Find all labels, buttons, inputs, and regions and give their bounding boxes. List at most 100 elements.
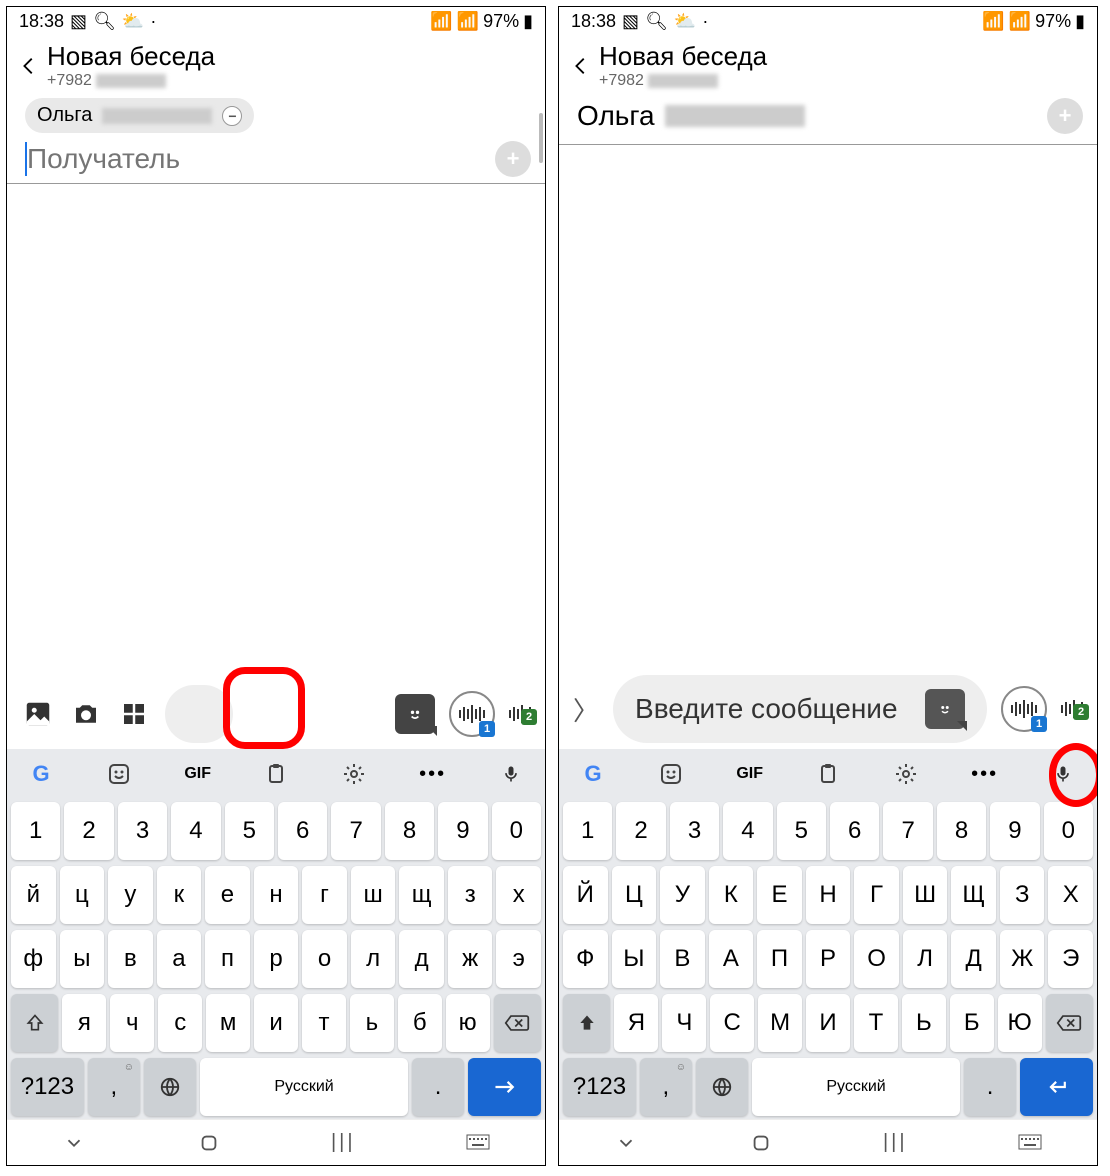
key-Ш[interactable]: Ш bbox=[903, 866, 948, 924]
key-7[interactable]: 7 bbox=[331, 802, 380, 860]
key-О[interactable]: О bbox=[854, 930, 899, 988]
key-4[interactable]: 4 bbox=[171, 802, 220, 860]
key-И[interactable]: И bbox=[806, 994, 850, 1052]
apps-button[interactable] bbox=[117, 697, 151, 731]
nav-home[interactable] bbox=[741, 1132, 781, 1154]
key-Е[interactable]: Е bbox=[757, 866, 802, 924]
key-7[interactable]: 7 bbox=[883, 802, 932, 860]
period-key[interactable]: . bbox=[412, 1058, 464, 1116]
comma-key[interactable]: ,☺ bbox=[88, 1058, 140, 1116]
key-Б[interactable]: Б bbox=[950, 994, 994, 1052]
key-В[interactable]: В bbox=[660, 930, 705, 988]
recipient-input[interactable] bbox=[27, 139, 495, 179]
key-д[interactable]: д bbox=[399, 930, 444, 988]
key-н[interactable]: н bbox=[254, 866, 299, 924]
key-п[interactable]: п bbox=[205, 930, 250, 988]
add-recipient-button[interactable]: + bbox=[495, 141, 531, 177]
remove-chip-button[interactable]: − bbox=[222, 106, 242, 126]
key-Ц[interactable]: Ц bbox=[612, 866, 657, 924]
nav-recent[interactable]: ||| bbox=[323, 1131, 363, 1154]
key-Г[interactable]: Г bbox=[854, 866, 899, 924]
expand-button[interactable]: 〉 bbox=[573, 691, 599, 728]
back-button[interactable] bbox=[563, 55, 599, 77]
key-и[interactable]: и bbox=[254, 994, 298, 1052]
key-щ[interactable]: щ bbox=[399, 866, 444, 924]
voice-message-button-1[interactable]: 1 bbox=[449, 691, 495, 737]
clipboard-icon[interactable] bbox=[806, 762, 850, 786]
key-8[interactable]: 8 bbox=[385, 802, 434, 860]
sticker-icon[interactable] bbox=[97, 762, 141, 786]
backspace-key[interactable] bbox=[1046, 994, 1093, 1052]
key-ж[interactable]: ж bbox=[448, 930, 493, 988]
key-ч[interactable]: ч bbox=[110, 994, 154, 1052]
key-в[interactable]: в bbox=[108, 930, 153, 988]
key-4[interactable]: 4 bbox=[723, 802, 772, 860]
key-К[interactable]: К bbox=[709, 866, 754, 924]
key-Л[interactable]: Л bbox=[903, 930, 948, 988]
key-0[interactable]: 0 bbox=[492, 802, 541, 860]
enter-key[interactable] bbox=[468, 1058, 541, 1116]
key-1[interactable]: 1 bbox=[11, 802, 60, 860]
key-й[interactable]: й bbox=[11, 866, 56, 924]
google-icon[interactable]: G bbox=[571, 761, 615, 787]
key-У[interactable]: У bbox=[660, 866, 705, 924]
key-С[interactable]: С bbox=[710, 994, 754, 1052]
key-М[interactable]: М bbox=[758, 994, 802, 1052]
key-Р[interactable]: Р bbox=[806, 930, 851, 988]
key-9[interactable]: 9 bbox=[438, 802, 487, 860]
key-2[interactable]: 2 bbox=[64, 802, 113, 860]
voice-message-button-2[interactable]: 2 bbox=[1061, 700, 1087, 718]
key-Ж[interactable]: Ж bbox=[1000, 930, 1045, 988]
key-ш[interactable]: ш bbox=[351, 866, 396, 924]
key-з[interactable]: з bbox=[448, 866, 493, 924]
key-П[interactable]: П bbox=[757, 930, 802, 988]
key-Ч[interactable]: Ч bbox=[662, 994, 706, 1052]
sticker-button[interactable] bbox=[925, 689, 965, 729]
key-ц[interactable]: ц bbox=[60, 866, 105, 924]
key-9[interactable]: 9 bbox=[990, 802, 1039, 860]
key-Э[interactable]: Э bbox=[1048, 930, 1093, 988]
period-key[interactable]: . bbox=[964, 1058, 1016, 1116]
key-Д[interactable]: Д bbox=[951, 930, 996, 988]
symbols-key[interactable]: ?123 bbox=[11, 1058, 84, 1116]
nav-hide-keyboard[interactable] bbox=[606, 1132, 646, 1154]
key-5[interactable]: 5 bbox=[225, 802, 274, 860]
shift-key[interactable] bbox=[563, 994, 610, 1052]
enter-key[interactable] bbox=[1020, 1058, 1093, 1116]
key-к[interactable]: к bbox=[157, 866, 202, 924]
more-icon[interactable]: ••• bbox=[963, 763, 1007, 786]
key-0[interactable]: 0 bbox=[1044, 802, 1093, 860]
key-э[interactable]: э bbox=[496, 930, 541, 988]
message-input[interactable]: Введите сообщение bbox=[613, 675, 987, 743]
shift-key[interactable] bbox=[11, 994, 58, 1052]
nav-home[interactable] bbox=[189, 1132, 229, 1154]
key-х[interactable]: х bbox=[496, 866, 541, 924]
key-Н[interactable]: Н bbox=[806, 866, 851, 924]
key-у[interactable]: у bbox=[108, 866, 153, 924]
voice-message-button-2[interactable]: 2 bbox=[509, 705, 535, 723]
key-Ы[interactable]: Ы bbox=[612, 930, 657, 988]
language-key[interactable] bbox=[696, 1058, 748, 1116]
key-6[interactable]: 6 bbox=[830, 802, 879, 860]
key-Ю[interactable]: Ю bbox=[998, 994, 1042, 1052]
key-Ь[interactable]: Ь bbox=[902, 994, 946, 1052]
key-л[interactable]: л bbox=[351, 930, 396, 988]
key-ь[interactable]: ь bbox=[350, 994, 394, 1052]
key-б[interactable]: б bbox=[398, 994, 442, 1052]
key-Щ[interactable]: Щ bbox=[951, 866, 996, 924]
sticker-button[interactable] bbox=[395, 694, 435, 734]
key-6[interactable]: 6 bbox=[278, 802, 327, 860]
camera-button[interactable] bbox=[69, 697, 103, 731]
mic-icon[interactable] bbox=[489, 764, 533, 784]
key-3[interactable]: 3 bbox=[118, 802, 167, 860]
clipboard-icon[interactable] bbox=[254, 762, 298, 786]
space-key[interactable]: Русский bbox=[752, 1058, 960, 1116]
language-key[interactable] bbox=[144, 1058, 196, 1116]
key-А[interactable]: А bbox=[709, 930, 754, 988]
nav-keyboard-icon[interactable] bbox=[1010, 1134, 1050, 1152]
space-key[interactable]: Русский bbox=[200, 1058, 408, 1116]
gif-button[interactable]: GIF bbox=[176, 765, 220, 783]
key-ы[interactable]: ы bbox=[60, 930, 105, 988]
key-р[interactable]: р bbox=[254, 930, 299, 988]
sticker-icon[interactable] bbox=[649, 762, 693, 786]
